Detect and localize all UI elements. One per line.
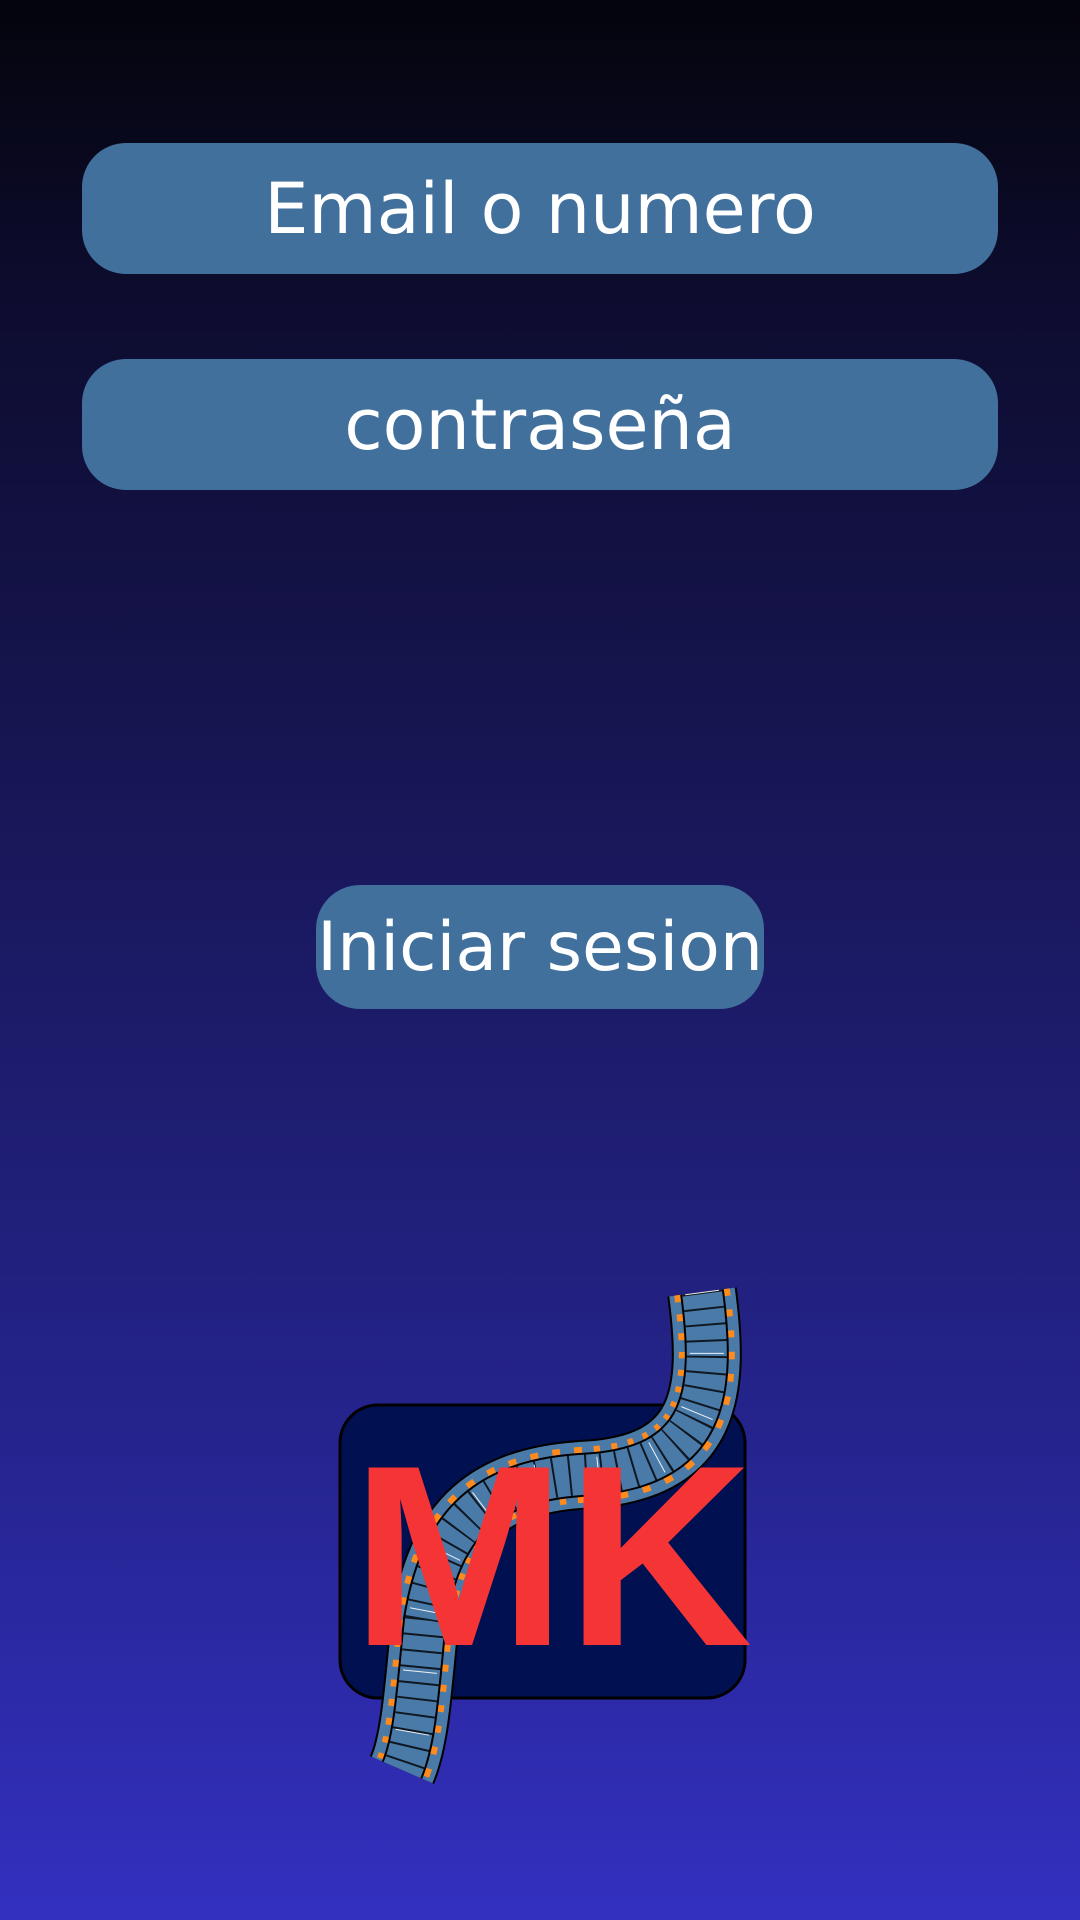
password-input[interactable]: contraseña bbox=[82, 359, 998, 490]
login-button[interactable]: Iniciar sesion bbox=[316, 885, 764, 1009]
mk-logo: MK bbox=[338, 1287, 753, 1784]
logo-text: MK bbox=[351, 1411, 752, 1700]
email-input[interactable]: Email o numero bbox=[82, 143, 998, 274]
